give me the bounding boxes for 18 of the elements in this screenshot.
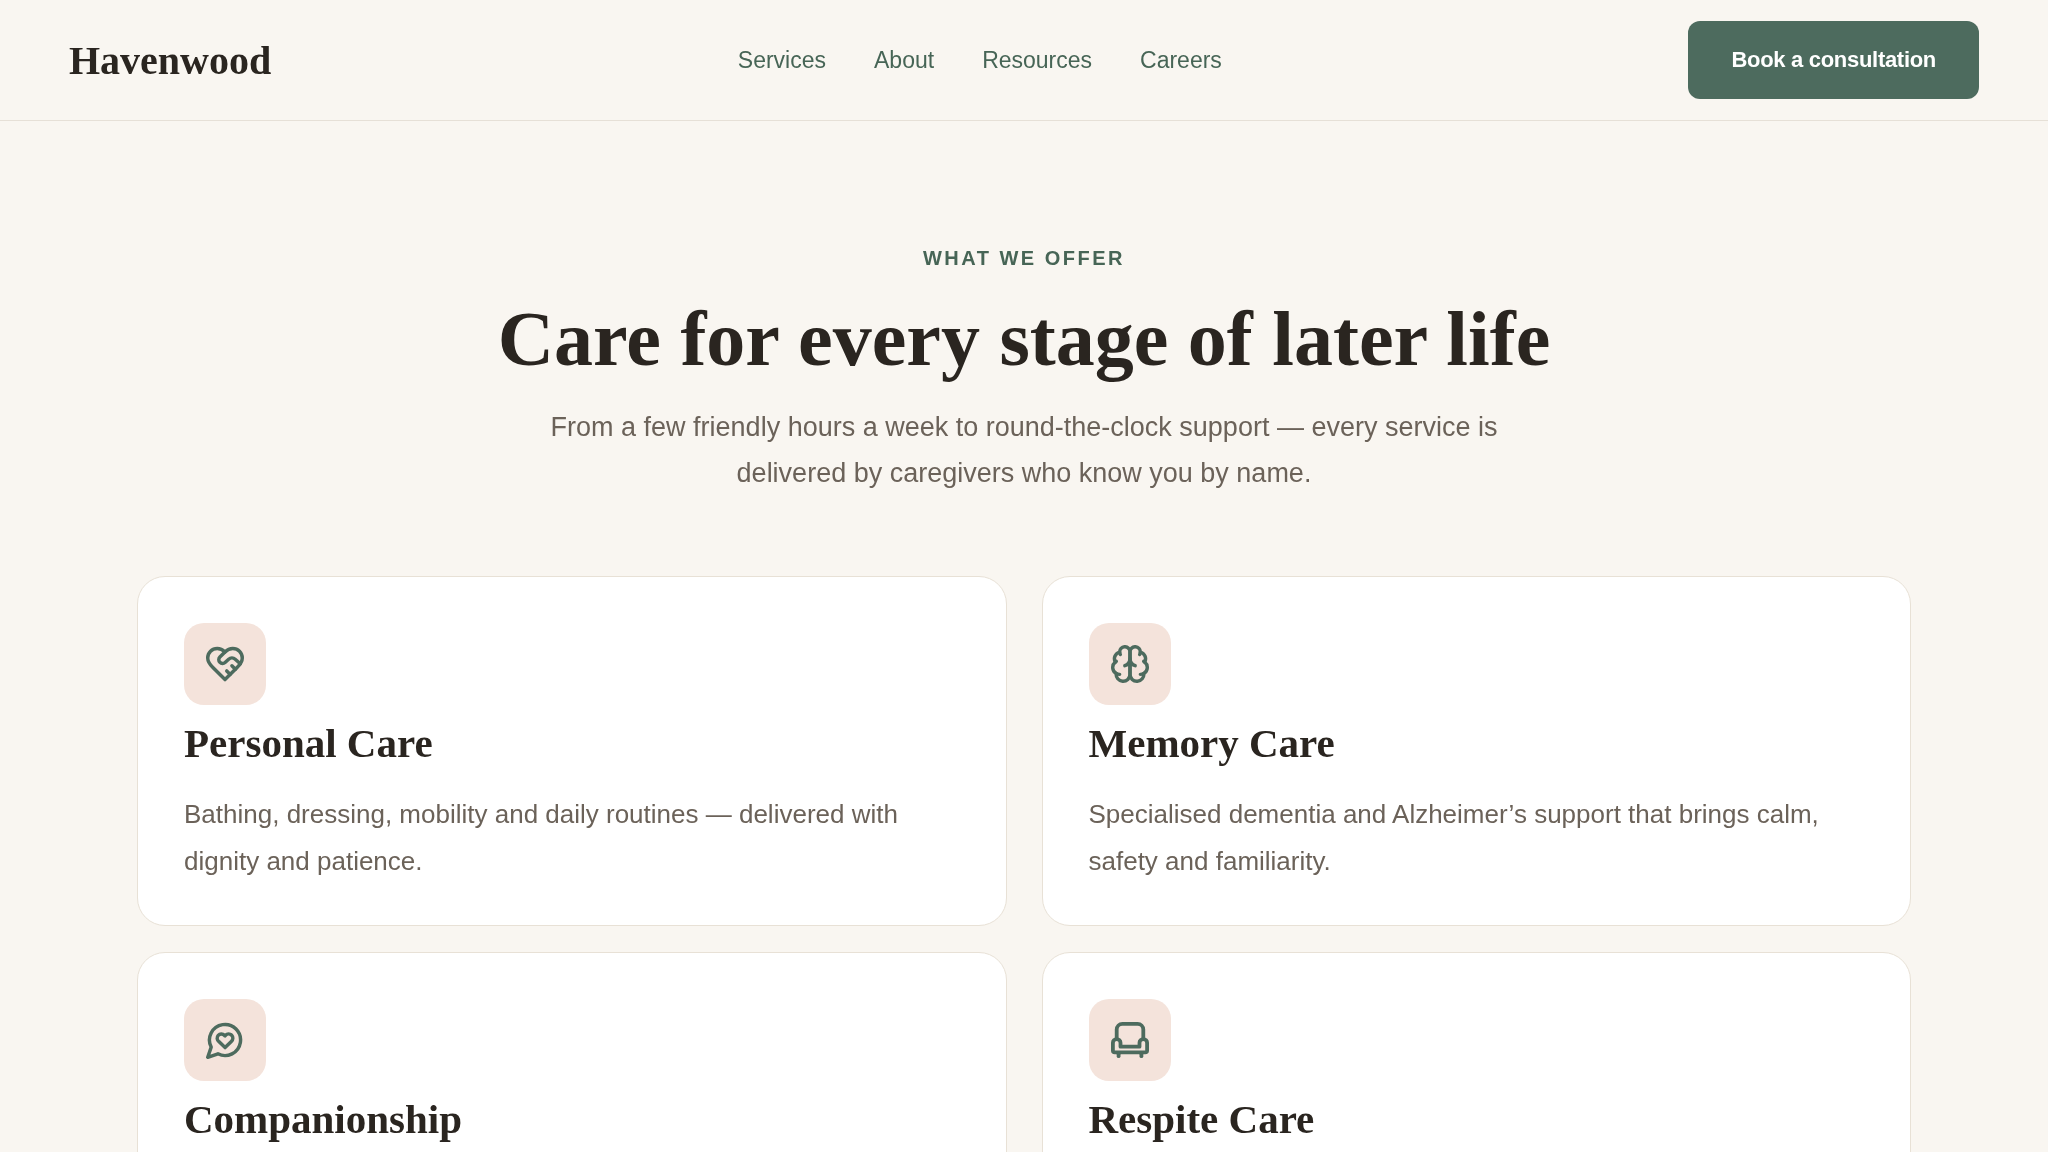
card-description: Bathing, dressing, mobility and daily routines — delivered with dignity and patience. <box>184 798 899 878</box>
heart-handshake-icon <box>184 623 266 705</box>
nav-link[interactable]: Careers <box>1140 46 1222 74</box>
card-title: Respite Care <box>1088 1096 1316 1143</box>
section-title: Care for every stage of later life <box>497 294 1551 384</box>
nav-link[interactable]: Services <box>737 46 826 74</box>
section-eyebrow: WHAT WE OFFER <box>922 246 1126 271</box>
armchair-icon <box>1088 999 1171 1081</box>
card-title: Companionship <box>184 1096 463 1143</box>
nav-link[interactable]: Resources <box>982 46 1093 74</box>
book-consultation-button[interactable]: Book a consultation <box>1688 21 1979 99</box>
card-title: Memory Care <box>1088 720 1336 767</box>
brain-icon <box>1088 623 1171 705</box>
card-description: Specialised dementia and Alzheimer’s support that brings calm, safety and familiarity. <box>1088 798 1820 878</box>
section-subtitle: From a few friendly hours a week to round-the-clock support — every service is delivered by caregivers who know you by name. <box>549 411 1499 490</box>
card-title: Personal Care <box>184 720 434 767</box>
nav-link[interactable]: About <box>874 46 935 74</box>
logo-wordmark[interactable]: Havenwood <box>69 36 272 84</box>
